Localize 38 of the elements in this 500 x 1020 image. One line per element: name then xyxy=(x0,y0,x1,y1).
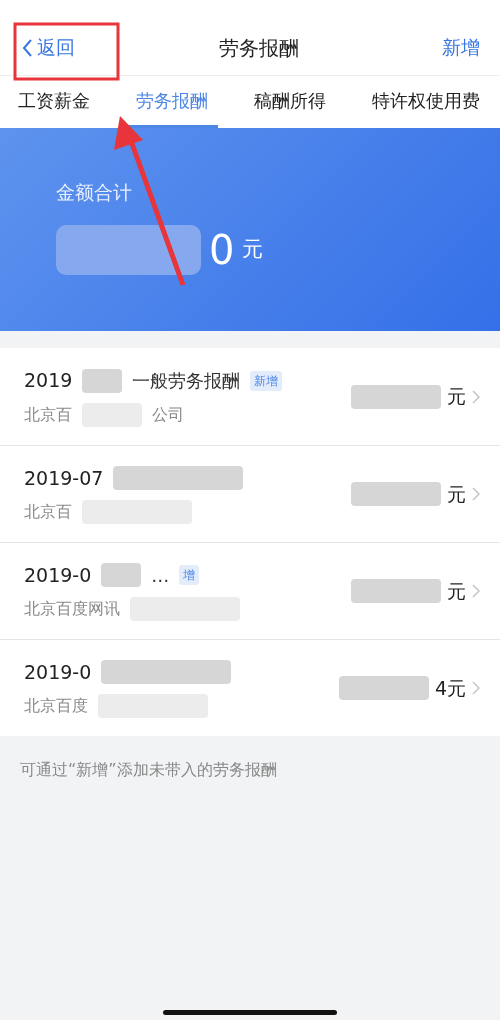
back-button[interactable]: 返回 xyxy=(22,33,75,62)
record-date: 2019-07 xyxy=(24,465,104,491)
page-title: 劳务报酬 xyxy=(218,34,299,62)
chevron-right-icon xyxy=(472,389,480,404)
hint-text: 可通过“新增”添加未带入的劳务报酬 xyxy=(19,759,278,781)
summary-label: 金额合计 xyxy=(56,180,133,205)
new-tag: 新增 xyxy=(250,370,283,391)
record-row[interactable]: 2019 一般劳务报酬 新增 北京百 公司 元 xyxy=(0,348,500,445)
record-date: 2019-0 xyxy=(24,659,92,685)
record-amount: 4元 xyxy=(434,675,466,701)
chevron-right-icon xyxy=(472,487,480,501)
record-row[interactable]: 2019-07 北京百 元 xyxy=(0,445,500,542)
record-date: 2019 xyxy=(24,368,73,394)
redaction-mark xyxy=(82,368,123,393)
record-title: 一般劳务报酬 xyxy=(132,369,241,393)
record-title: … xyxy=(151,563,170,588)
category-tab[interactable]: 稿酬所得 xyxy=(244,76,336,128)
currency-unit: 元 xyxy=(242,235,264,263)
total-amount: 0 xyxy=(209,229,235,270)
redaction-mark xyxy=(101,563,142,587)
chevron-right-icon xyxy=(472,584,480,598)
company-name: 北京百 xyxy=(24,403,72,426)
record-amount: 元 xyxy=(447,384,466,410)
record-row[interactable]: 2019-0 北京百度 4元 xyxy=(0,639,500,736)
company-name: 公司 xyxy=(152,403,184,426)
record-date: 2019-0 xyxy=(24,562,92,588)
company-name: 北京百度 xyxy=(24,695,88,717)
back-chevron-icon xyxy=(22,37,33,58)
chevron-right-icon xyxy=(472,681,480,695)
category-tab[interactable]: 特许权使用费 xyxy=(362,76,490,128)
company-name: 北京百 xyxy=(24,501,72,523)
record-row[interactable]: 2019-0 … 增 北京百度网讯 元 xyxy=(0,542,500,639)
new-tag: 增 xyxy=(179,565,200,585)
add-button[interactable]: 新增 xyxy=(442,33,480,62)
company-name: 北京百度网讯 xyxy=(24,598,120,620)
record-amount: 元 xyxy=(447,481,466,507)
category-tab[interactable]: 工资薪金 xyxy=(8,76,100,128)
record-amount: 元 xyxy=(447,578,466,604)
